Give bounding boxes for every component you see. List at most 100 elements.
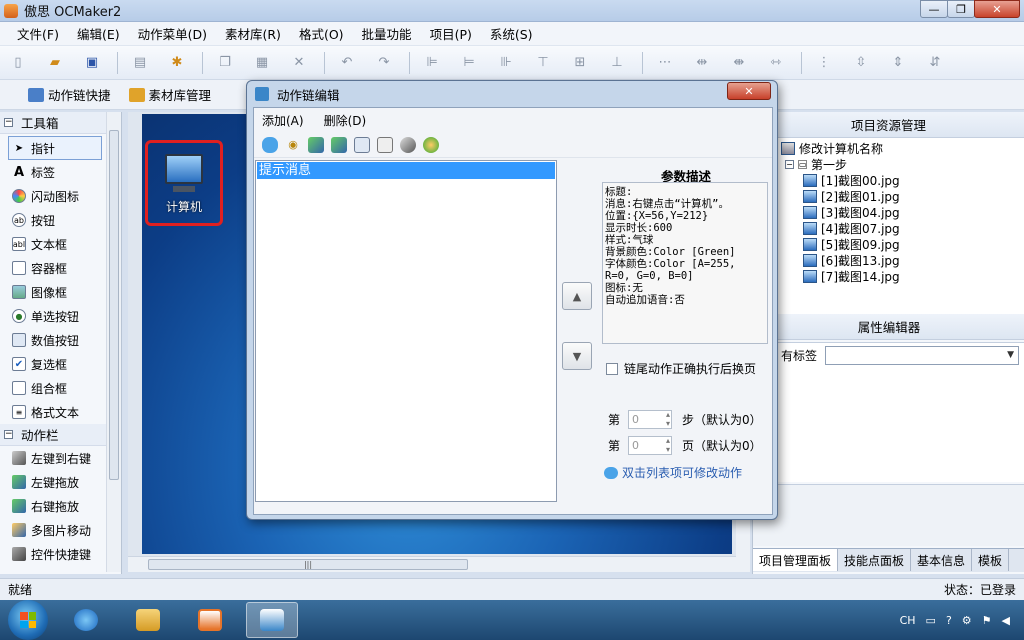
tool-checkbox[interactable]: ✔ 复选框 xyxy=(0,352,106,376)
align-left-icon[interactable]: ⊫ xyxy=(420,52,444,74)
tool-image[interactable]: 图像框 xyxy=(0,280,106,304)
tree-file[interactable]: [7]截图14.jpg xyxy=(781,268,1024,284)
properties-icon[interactable]: ▤ xyxy=(128,52,152,74)
menu-edit[interactable]: 编辑(E) xyxy=(68,24,129,43)
tool-pointer[interactable]: ➤ 指针 xyxy=(8,136,102,160)
tree-file[interactable]: [4]截图07.jpg xyxy=(781,220,1024,236)
paste-icon[interactable]: ▦ xyxy=(250,52,274,74)
tab-skill-points[interactable]: 技能点面板 xyxy=(838,549,912,571)
menu-assets[interactable]: 素材库(R) xyxy=(216,24,290,43)
redo-icon[interactable]: ↷ xyxy=(372,52,396,74)
page-spinner[interactable]: 0 xyxy=(628,436,673,455)
tree-file[interactable]: [3]截图04.jpg xyxy=(781,204,1024,220)
taskbar-media[interactable] xyxy=(184,602,236,638)
action-list[interactable]: 提示消息 xyxy=(255,160,557,502)
flag-tray-icon[interactable]: ⚑ xyxy=(982,614,992,627)
toolbox-section-header[interactable]: − 工具箱 xyxy=(0,112,106,134)
tool-textbox[interactable]: abl 文本框 xyxy=(0,232,106,256)
tool-richtext[interactable]: ≡ 格式文本 xyxy=(0,400,106,424)
step-spinner[interactable]: 0 xyxy=(628,410,673,429)
hspace-equal-icon[interactable]: ⋯ xyxy=(653,52,677,74)
delete-icon[interactable]: ✕ xyxy=(287,52,311,74)
refresh-action-icon[interactable] xyxy=(423,136,439,153)
puzzle-icon[interactable]: ✱ xyxy=(165,52,189,74)
tree-file[interactable]: [2]截图01.jpg xyxy=(781,188,1024,204)
vspace-increase-icon[interactable]: ⇳ xyxy=(849,52,873,74)
keyboard-tray-icon[interactable]: ▭ xyxy=(926,614,936,627)
taskbar-ie[interactable] xyxy=(60,602,112,638)
keyboard-action-icon[interactable] xyxy=(377,136,393,153)
align-center-icon[interactable]: ⊨ xyxy=(457,52,481,74)
action-multi-image-move[interactable]: 多图片移动 xyxy=(0,518,106,542)
scrollbar-thumb[interactable] xyxy=(109,130,119,480)
tab-basic-info[interactable]: 基本信息 xyxy=(911,549,973,571)
vspace-remove-icon[interactable]: ⇵ xyxy=(923,52,947,74)
collapse-icon[interactable]: − xyxy=(785,159,794,169)
tree-step[interactable]: − ▭ 第一步 xyxy=(781,156,1024,172)
tree-file[interactable]: [6]截图13.jpg xyxy=(781,252,1024,268)
collapse-icon[interactable]: − xyxy=(4,430,13,439)
align-middle-icon[interactable]: ⊞ xyxy=(568,52,592,74)
hspace-decrease-icon[interactable]: ⇼ xyxy=(727,52,751,74)
tree-root[interactable]: 修改计算机名称 xyxy=(781,140,1024,156)
close-button[interactable]: ✕ xyxy=(974,0,1020,18)
undo-icon[interactable]: ↶ xyxy=(335,52,359,74)
actionbar-section-header[interactable]: − 动作栏 xyxy=(0,424,106,446)
align-top-icon[interactable]: ⊤ xyxy=(531,52,555,74)
action-left-to-right[interactable]: 左键到右键 xyxy=(0,446,106,470)
taskbar-explorer[interactable] xyxy=(122,602,174,638)
collapse-icon[interactable]: − xyxy=(4,118,13,127)
taskbar-ocmaker[interactable] xyxy=(246,602,298,638)
tab-project-manager[interactable]: 项目管理面板 xyxy=(753,549,839,571)
new-file-icon[interactable]: ▯ xyxy=(6,52,30,74)
canvas-horizontal-scrollbar[interactable]: ||| xyxy=(128,556,736,572)
scrollbar-thumb[interactable]: ||| xyxy=(148,559,468,570)
action-right-drag[interactable]: 右键拖放 xyxy=(0,494,106,518)
minimize-button[interactable]: — xyxy=(920,0,948,18)
checkbox-box[interactable] xyxy=(606,362,618,375)
help-icon[interactable]: ? xyxy=(946,614,952,627)
copy-icon[interactable]: ❐ xyxy=(213,52,237,74)
menu-file[interactable]: 文件(F) xyxy=(8,24,68,43)
menu-format[interactable]: 格式(O) xyxy=(290,24,353,43)
right-drag-action-icon[interactable] xyxy=(331,136,347,153)
asset-manager-button[interactable]: 素材库管理 xyxy=(128,85,211,104)
menu-action[interactable]: 动作菜单(D) xyxy=(129,24,216,43)
language-indicator[interactable]: CH xyxy=(900,614,916,627)
action-list-item[interactable]: 提示消息 xyxy=(257,162,555,179)
menu-batch[interactable]: 批量功能 xyxy=(353,24,421,43)
start-button[interactable] xyxy=(8,600,48,640)
hspace-remove-icon[interactable]: ⇿ xyxy=(764,52,788,74)
volume-icon[interactable]: ◀ xyxy=(1002,614,1010,627)
menu-project[interactable]: 项目(P) xyxy=(421,24,481,43)
align-right-icon[interactable]: ⊪ xyxy=(494,52,518,74)
tool-radio[interactable]: ● 单选按钮 xyxy=(0,304,106,328)
action-chain-quick-button[interactable]: 动作链快捷 xyxy=(28,85,111,104)
tool-numeric[interactable]: 数值按钮 xyxy=(0,328,106,352)
hspace-increase-icon[interactable]: ⇹ xyxy=(690,52,714,74)
action-left-drag[interactable]: 左键拖放 xyxy=(0,470,106,494)
eye-icon[interactable]: ◉ xyxy=(285,137,301,153)
drag-action-icon[interactable] xyxy=(308,136,324,153)
tab-template[interactable]: 模板 xyxy=(972,549,1010,571)
menu-delete[interactable]: 删除(D) xyxy=(324,112,367,129)
tool-container[interactable]: 容器框 xyxy=(0,256,106,280)
mouse-action-icon[interactable] xyxy=(400,136,416,153)
align-bottom-icon[interactable]: ⊥ xyxy=(605,52,629,74)
message-icon[interactable] xyxy=(262,136,278,153)
move-down-button[interactable]: ▼ xyxy=(562,342,592,370)
computer-desktop-icon[interactable]: 计算机 xyxy=(145,140,223,226)
menu-system[interactable]: 系统(S) xyxy=(481,24,542,43)
save-icon[interactable]: ▣ xyxy=(80,52,104,74)
tool-label-control[interactable]: A 标签 xyxy=(0,160,106,184)
vspace-decrease-icon[interactable]: ⇕ xyxy=(886,52,910,74)
action-control-shortcut[interactable]: 控件快捷键 xyxy=(0,542,106,566)
settings-icon[interactable]: ⚙ xyxy=(962,614,972,627)
tool-button[interactable]: ab 按钮 xyxy=(0,208,106,232)
toolbox-scrollbar[interactable] xyxy=(106,112,121,572)
tool-combobox[interactable]: 组合框 xyxy=(0,376,106,400)
dialog-close-button[interactable]: ✕ xyxy=(727,82,771,100)
page-turn-checkbox[interactable]: 链尾动作正确执行后换页 xyxy=(606,360,756,377)
open-folder-icon[interactable]: ▰ xyxy=(43,52,67,74)
maximize-button[interactable]: ❐ xyxy=(947,0,975,18)
